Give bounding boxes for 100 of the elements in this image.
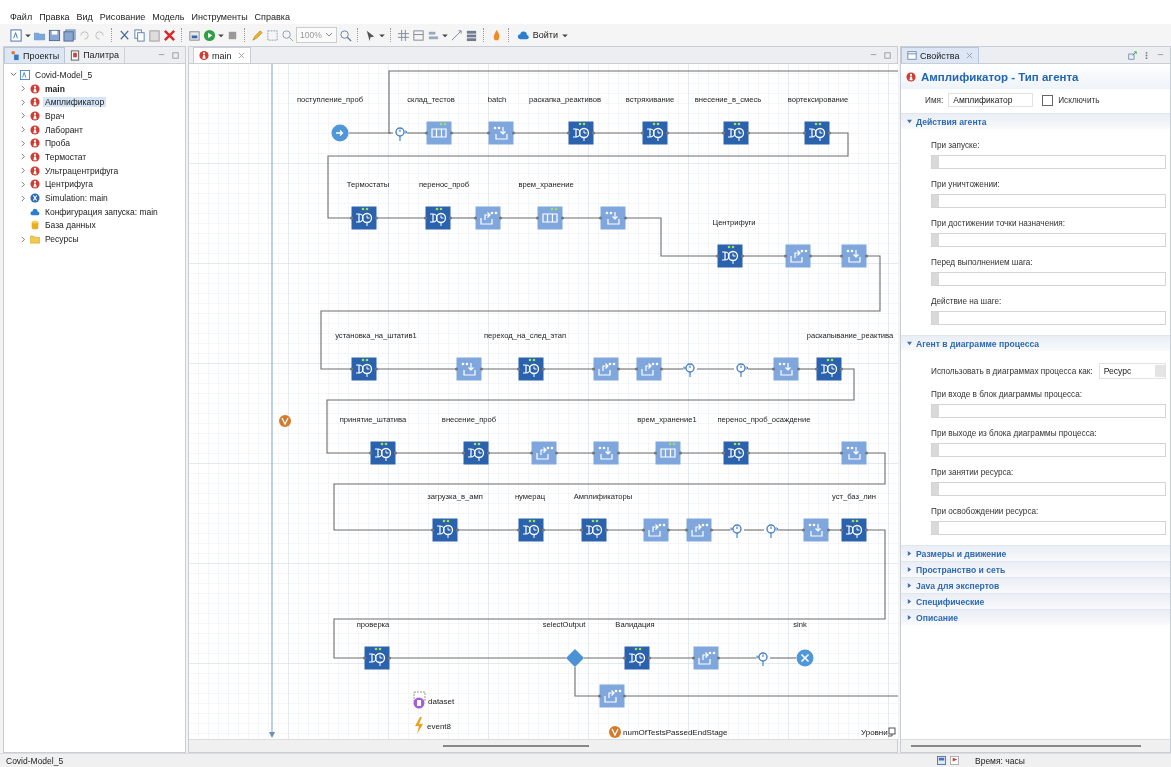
panel-tab[interactable]: Проекты [4,47,66,63]
chevron-right-icon[interactable] [20,126,27,134]
grid-icon[interactable] [396,28,410,42]
menu-item[interactable]: Рисование [99,12,146,22]
menu-item[interactable]: Справка [254,12,290,22]
section-header[interactable]: Размеры и движение [901,545,1170,561]
close-icon[interactable] [965,52,973,59]
tree-item[interactable]: Лаборант [43,124,85,135]
section-header[interactable]: Описание [901,609,1170,625]
tree-item[interactable]: Врач [43,110,67,121]
tree-item[interactable]: main [43,83,67,94]
layers-icon[interactable] [887,727,896,737]
window-icon[interactable] [937,756,946,765]
stopwatch-block-icon [766,524,779,539]
status-text: Covid-Model_5 [6,755,64,766]
section-header[interactable]: Пространство и сеть [901,561,1170,577]
sink-block-icon [796,649,814,667]
field-label: При входе в блок диаграммы процесса: [931,390,1083,399]
section-header[interactable]: Специфические [901,593,1170,609]
code-field[interactable] [931,155,1166,169]
scrollbar-thumb[interactable] [911,745,1141,747]
dropdown-field[interactable]: Ресурс [1098,363,1166,379]
save-icon[interactable] [48,28,61,42]
chevron-right-icon[interactable] [20,180,27,188]
build-icon[interactable] [188,28,201,42]
code-field[interactable] [931,521,1166,535]
zoom-fit-icon[interactable] [266,28,279,42]
layout-icon[interactable] [411,28,425,42]
field-label: При выходе из блока диаграммы процесса: [931,429,1098,438]
section-header[interactable]: Агент в диаграмме процесса [901,335,1170,351]
chevron-right-icon[interactable] [20,167,27,175]
copy-icon[interactable] [133,28,146,42]
code-field[interactable] [931,311,1166,325]
levels-label[interactable]: Уровни [861,728,888,737]
menu-item[interactable]: Модель [152,12,185,22]
code-field[interactable] [931,443,1166,457]
new-model-icon[interactable] [10,28,23,42]
connector-icon[interactable] [449,28,463,42]
tree-item[interactable]: Центрифуга [43,179,95,190]
pencil-icon[interactable] [251,28,264,42]
section-header[interactable]: Действия агента [901,113,1170,129]
zoom-out-icon[interactable] [281,28,294,42]
chevron-right-icon[interactable] [20,139,27,147]
tree-item[interactable]: База данных [43,220,98,231]
tree-item[interactable]: Simulation: main [43,193,110,204]
stopwatch-block-icon [736,363,749,378]
editor-tab[interactable]: main [193,47,251,63]
chevron-right-icon[interactable] [20,98,27,106]
code-field[interactable] [931,482,1166,496]
chevron-down-icon[interactable] [10,71,17,79]
menu-item[interactable]: Инструменты [191,12,248,22]
login-button[interactable]: Войти [514,30,560,40]
chevron-right-icon[interactable] [20,235,27,243]
section-header[interactable]: Java для экспертов [901,577,1170,593]
zoom-in-icon[interactable] [338,28,352,42]
element-label: numOfTestsPassedEndStage [623,728,728,737]
menu-item[interactable]: Правка [39,12,70,22]
tree-item[interactable]: Амплификатор [43,97,107,108]
maximize-icon[interactable] [171,50,180,60]
cloud-icon [516,30,530,40]
code-field[interactable] [931,194,1166,208]
code-field[interactable] [931,404,1166,418]
model-icon [20,69,30,80]
run-icon[interactable] [203,28,216,42]
tree-item[interactable]: Ресурсы [43,234,81,245]
save-all-icon[interactable] [63,28,76,42]
field-label: Действие на шаге: [931,297,1003,306]
cut-icon[interactable] [118,28,131,42]
agent-icon [30,138,40,149]
stack-icon[interactable] [464,28,478,42]
panel-tab[interactable]: Палитра [65,47,125,63]
close-icon[interactable] [237,52,245,59]
agent-icon [30,124,40,135]
tree-item[interactable]: Термостат [43,151,89,162]
checkbox[interactable] [1042,94,1054,106]
dataset-icon [413,691,426,709]
name-field[interactable]: Амплификатор [948,93,1034,107]
maximize-icon[interactable] [883,50,892,60]
code-field[interactable] [931,233,1166,247]
tree-item[interactable]: Ультрацентрифуга [43,165,121,176]
variable-icon [609,726,621,738]
field-label: Использовать в диаграммах процесса как: [931,366,1093,376]
chevron-right-icon[interactable] [20,112,27,120]
panel-tab[interactable]: Свойства [901,47,979,63]
tree-item[interactable]: Covid-Model_5 [33,69,95,80]
redo-icon[interactable] [93,28,106,42]
flag-icon[interactable] [950,756,959,765]
export-icon[interactable] [1128,50,1137,60]
section-title: Java для экспертов [916,580,1000,591]
code-field[interactable] [931,272,1166,286]
chevron-right-icon[interactable] [20,194,27,202]
menu-item[interactable]: Вид [76,12,93,22]
tree-item[interactable]: Конфигурация запуска: main [43,206,160,217]
chevron-right-icon[interactable] [20,153,27,161]
tree-item[interactable]: Проба [43,138,72,149]
undo-icon[interactable] [78,28,91,42]
delete-icon[interactable] [163,28,176,42]
chevron-right-icon[interactable] [20,85,27,93]
scrollbar-thumb[interactable] [443,745,589,747]
menu-item[interactable]: Файл [10,12,33,22]
